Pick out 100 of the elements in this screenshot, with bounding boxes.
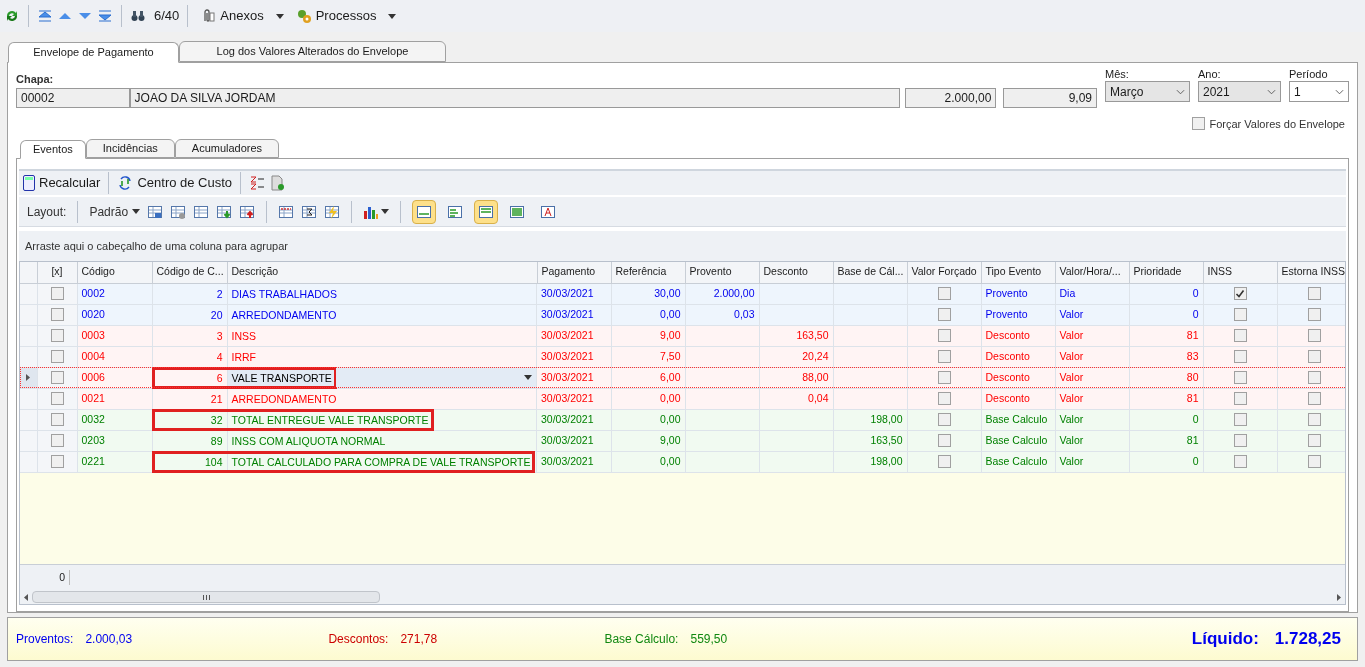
row-checkbox[interactable] bbox=[50, 413, 64, 427]
forced-value-checkbox[interactable] bbox=[937, 392, 951, 406]
import-icon[interactable] bbox=[216, 203, 233, 220]
forced-value-checkbox[interactable] bbox=[937, 329, 951, 343]
reverse-inss-checkbox[interactable] bbox=[1307, 308, 1321, 322]
forced-value-checkbox[interactable] bbox=[937, 350, 951, 364]
forced-value-checkbox[interactable] bbox=[937, 371, 951, 385]
reverse-inss-checkbox[interactable] bbox=[1307, 350, 1321, 364]
column-header[interactable]: Código bbox=[77, 262, 152, 283]
inss-checkbox[interactable] bbox=[1233, 455, 1247, 469]
force-values-checkbox[interactable] bbox=[1192, 117, 1206, 131]
row-checkbox[interactable] bbox=[50, 350, 64, 364]
tab[interactable]: Envelope de Pagamento bbox=[8, 42, 179, 63]
tab[interactable]: Eventos bbox=[20, 140, 86, 159]
forced-value-checkbox[interactable] bbox=[937, 434, 951, 448]
reverse-inss-checkbox[interactable] bbox=[1307, 413, 1321, 427]
forced-value-checkbox[interactable] bbox=[937, 455, 951, 469]
column-header[interactable]: Valor Forçado bbox=[907, 262, 981, 283]
column-header[interactable]: Desconto bbox=[759, 262, 833, 283]
inss-checkbox[interactable] bbox=[1233, 329, 1247, 343]
view-icon bbox=[540, 203, 557, 220]
table-row[interactable]: 0002 2 DIAS TRABALHADOS 30/03/2021 30,00 2.000,00 Provento Dia 0 bbox=[20, 283, 1345, 304]
reverse-inss-checkbox[interactable] bbox=[1307, 434, 1321, 448]
column-header[interactable]: Tipo Evento bbox=[981, 262, 1055, 283]
column-header[interactable]: Estorna INSS bbox=[1277, 262, 1345, 283]
last-record-icon[interactable] bbox=[97, 8, 113, 24]
row-checkbox[interactable] bbox=[50, 392, 64, 406]
scroll-left-icon[interactable] bbox=[24, 593, 28, 601]
salary-field[interactable]: 2.000,00 bbox=[904, 87, 997, 108]
dropdown[interactable]: 1 bbox=[1289, 81, 1349, 102]
tab[interactable]: Log dos Valores Alterados do Envelope bbox=[179, 41, 446, 62]
forced-value-checkbox[interactable] bbox=[937, 308, 951, 322]
column-header[interactable]: INSS bbox=[1203, 262, 1277, 283]
scroll-right-icon[interactable] bbox=[1337, 593, 1341, 601]
export-icon[interactable] bbox=[239, 203, 256, 220]
column-header[interactable]: [x] bbox=[37, 262, 77, 283]
reverse-inss-checkbox[interactable] bbox=[1307, 287, 1321, 301]
reverse-inss-checkbox[interactable] bbox=[1307, 371, 1321, 385]
tab[interactable]: Acumuladores bbox=[174, 139, 280, 158]
table-cell: Valor bbox=[1055, 388, 1129, 409]
cost-center-button[interactable]: Centro de Custo bbox=[117, 173, 233, 193]
inss-checkbox[interactable] bbox=[1233, 434, 1247, 448]
reverse-inss-checkbox[interactable] bbox=[1307, 329, 1321, 343]
lightning-icon[interactable] bbox=[324, 203, 341, 220]
column-header[interactable]: Prioridade bbox=[1129, 262, 1203, 283]
inss-checkbox[interactable] bbox=[1233, 350, 1247, 364]
forced-value-checkbox[interactable] bbox=[937, 287, 951, 301]
columns-icon[interactable] bbox=[278, 203, 295, 220]
inss-checkbox[interactable] bbox=[1233, 371, 1247, 385]
forced-value-checkbox[interactable] bbox=[937, 413, 951, 427]
save-layout-icon[interactable] bbox=[147, 203, 164, 220]
column-header[interactable]: Valor/Hora/... bbox=[1055, 262, 1129, 283]
table-row[interactable]: 0006 6 VALE TRANSPORTE 30/03/2021 6,00 88,00 Desconto Valor 80 bbox=[20, 367, 1345, 388]
column-header[interactable]: Provento bbox=[685, 262, 759, 283]
horizontal-scrollbar-thumb[interactable] bbox=[32, 591, 380, 603]
menu-button[interactable]: Anexos bbox=[196, 6, 288, 26]
column-header[interactable]: Descrição bbox=[227, 262, 537, 283]
row-checkbox[interactable] bbox=[50, 287, 64, 301]
row-checkbox[interactable] bbox=[50, 371, 64, 385]
recalculate-button[interactable]: Recalcular bbox=[23, 173, 101, 193]
table-icon[interactable] bbox=[193, 203, 210, 220]
table-row[interactable]: 0203 89 INSS COM ALIQUOTA NORMAL 30/03/2021 9,00 163,50 Base Calculo Valor 81 bbox=[20, 430, 1345, 451]
table-row[interactable]: 0004 4 IRRF 30/03/2021 7,50 20,24 Desconto Valor 83 bbox=[20, 346, 1345, 367]
column-header[interactable]: Base de Cál... bbox=[833, 262, 907, 283]
view-toggle-button[interactable] bbox=[474, 199, 499, 224]
sort-icon[interactable] bbox=[249, 175, 266, 191]
column-header[interactable]: Referência bbox=[611, 262, 685, 283]
delete-layout-icon[interactable] bbox=[170, 203, 187, 220]
first-record-icon[interactable] bbox=[37, 8, 53, 24]
dropdown[interactable]: 2021 bbox=[1198, 81, 1281, 102]
layout-preset-dropdown[interactable]: Padrão bbox=[89, 202, 141, 221]
table-row[interactable]: 0021 21 ARREDONDAMENTO 30/03/2021 0,00 0,04 Desconto Valor 81 bbox=[20, 388, 1345, 409]
view-toggle-button[interactable] bbox=[412, 199, 437, 224]
sum-icon[interactable] bbox=[301, 203, 318, 220]
table-row[interactable]: 0221 104 TOTAL CALCULADO PARA COMPRA DE VALE TRANSPORTE 30/03/2021 0,00 198,00 Base Calculo Valor 0 bbox=[20, 451, 1345, 472]
table-row[interactable]: 0020 20 ARREDONDAMENTO 30/03/2021 0,00 0,03 Provento Valor 0 bbox=[20, 304, 1345, 325]
dropdown[interactable]: Março bbox=[1105, 81, 1190, 102]
reverse-inss-checkbox[interactable] bbox=[1307, 455, 1321, 469]
row-checkbox[interactable] bbox=[50, 455, 64, 469]
row-checkbox[interactable] bbox=[50, 434, 64, 448]
inss-checkbox[interactable] bbox=[1233, 392, 1247, 406]
row-checkbox[interactable] bbox=[50, 329, 64, 343]
table-cell: 0002 bbox=[77, 283, 152, 304]
table-row[interactable]: 0003 3 INSS 30/03/2021 9,00 163,50 Desconto Valor 81 bbox=[20, 325, 1345, 346]
reverse-inss-checkbox[interactable] bbox=[1307, 392, 1321, 406]
inss-checkbox[interactable] bbox=[1233, 308, 1247, 322]
hour-value-field[interactable]: 9,09 bbox=[1003, 87, 1097, 108]
menu-button[interactable]: Processos bbox=[291, 6, 401, 26]
inss-checkbox[interactable] bbox=[1233, 413, 1247, 427]
employee-name-field[interactable]: JOAO DA SILVA JORDAM bbox=[129, 87, 900, 108]
inss-checkbox[interactable] bbox=[1233, 287, 1247, 301]
refresh-icon[interactable] bbox=[4, 8, 20, 24]
binoculars-icon[interactable] bbox=[130, 8, 146, 24]
tab[interactable]: Incidências bbox=[85, 139, 175, 158]
chapa-field[interactable]: 00002 bbox=[16, 87, 130, 108]
column-header[interactable]: Pagamento bbox=[537, 262, 611, 283]
row-checkbox[interactable] bbox=[50, 308, 64, 322]
table-row[interactable]: 0032 32 TOTAL ENTREGUE VALE TRANSPORTE 30/03/2021 0,00 198,00 Base Calculo Valor 0 bbox=[20, 409, 1345, 430]
document-check-icon[interactable] bbox=[269, 175, 286, 191]
column-header[interactable]: Código de C... bbox=[152, 262, 227, 283]
